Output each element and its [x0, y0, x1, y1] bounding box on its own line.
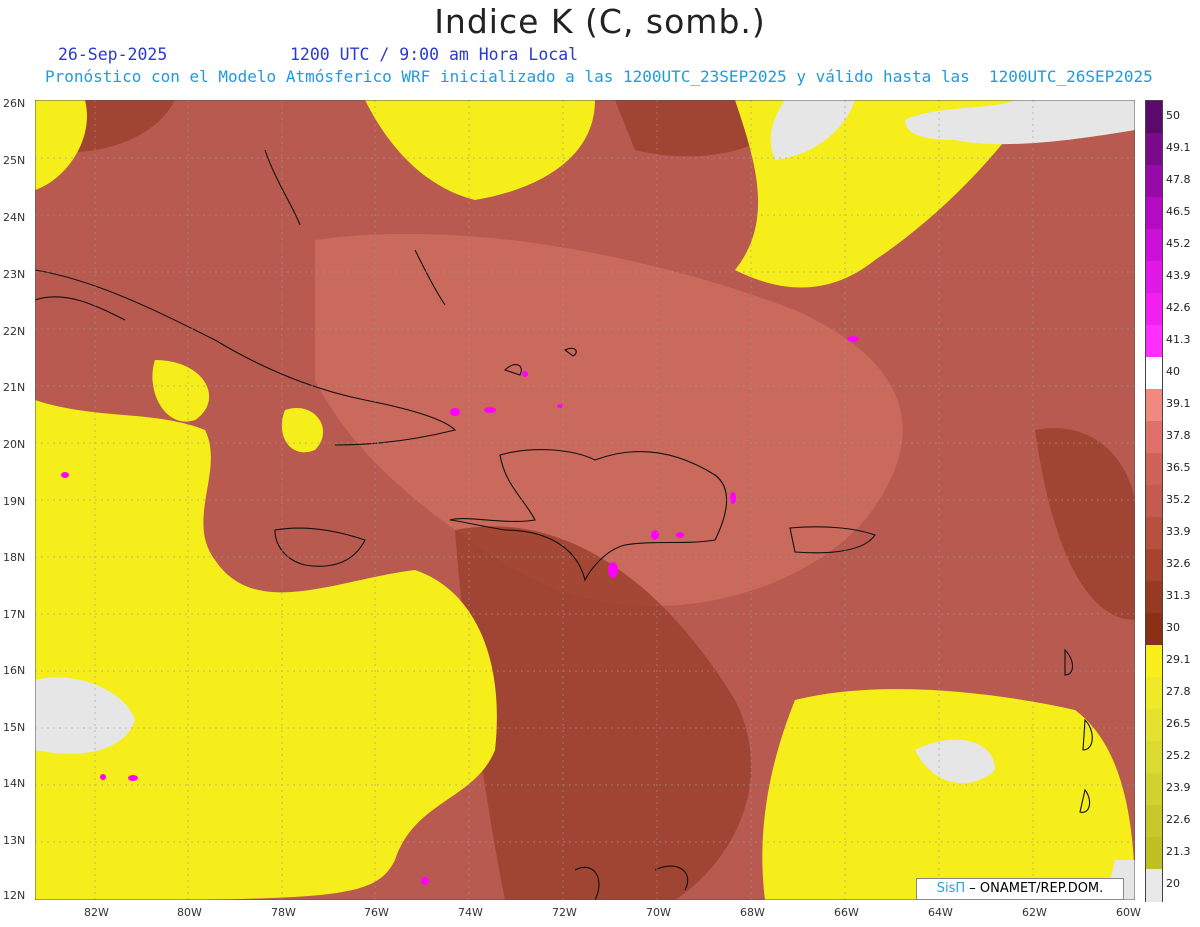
colorbar-segment [1146, 517, 1162, 550]
colorbar-segment [1146, 645, 1162, 678]
colorbar-segment [1146, 261, 1162, 294]
colorbar-label: 49.1 [1166, 141, 1191, 154]
colorbar-segment [1146, 805, 1162, 838]
colorbar-label: 41.3 [1166, 333, 1191, 346]
lat-label: 26N [3, 97, 26, 110]
map-title: Indice K (C, somb.) [434, 2, 766, 41]
colorbar-label: 26.5 [1166, 717, 1191, 730]
lat-label: 15N [3, 721, 26, 734]
lon-label: 74W [458, 906, 483, 919]
colorbar-segment [1146, 741, 1162, 774]
lat-label: 19N [3, 495, 26, 508]
lat-label: 25N [3, 154, 26, 167]
colorbar-label: 43.9 [1166, 269, 1191, 282]
colorbar-segment [1146, 293, 1162, 326]
valid-time: 1200 UTC / 9:00 am Hora Local [290, 45, 579, 64]
model-description: Pronóstico con el Modelo Atmósferico WRF… [45, 67, 1153, 86]
valid-date: 26-Sep-2025 [58, 45, 168, 64]
colorbar-label: 27.8 [1166, 685, 1191, 698]
colorbar-label: 37.8 [1166, 429, 1191, 442]
colorbar-segment [1146, 357, 1162, 390]
colorbar-label: 22.6 [1166, 813, 1191, 826]
sispi-logo: SisΠ [936, 881, 966, 896]
colorbar-segment [1146, 869, 1162, 902]
lat-label: 23N [3, 268, 26, 281]
lon-label: 80W [177, 906, 202, 919]
colorbar-label: 30 [1166, 621, 1180, 634]
lat-label: 13N [3, 834, 26, 847]
colorbar [1145, 100, 1163, 902]
lat-label: 21N [3, 381, 26, 394]
colorbar-label: 21.3 [1166, 845, 1191, 858]
lon-label: 68W [740, 906, 765, 919]
colorbar-segment [1146, 197, 1162, 230]
colorbar-segment [1146, 389, 1162, 422]
colorbar-label: 33.9 [1166, 525, 1191, 538]
lon-label: 78W [271, 906, 296, 919]
colorbar-segment [1146, 325, 1162, 358]
lon-label: 82W [84, 906, 109, 919]
colorbar-segment [1146, 549, 1162, 582]
colorbar-segment [1146, 581, 1162, 614]
colorbar-segment [1146, 165, 1162, 198]
colorbar-label: 39.1 [1166, 397, 1191, 410]
colorbar-label: 32.6 [1166, 557, 1191, 570]
colorbar-label: 36.5 [1166, 461, 1191, 474]
lat-label: 12N [3, 889, 26, 902]
colorbar-label: 31.3 [1166, 589, 1191, 602]
lat-label: 22N [3, 325, 26, 338]
colorbar-label: 40 [1166, 365, 1180, 378]
colorbar-label: 42.6 [1166, 301, 1191, 314]
colorbar-label: 46.5 [1166, 205, 1191, 218]
colorbar-segment [1146, 677, 1162, 710]
lat-label: 14N [3, 777, 26, 790]
colorbar-segment [1146, 101, 1162, 134]
lon-label: 60W [1116, 906, 1141, 919]
lon-label: 64W [928, 906, 953, 919]
colorbar-label: 47.8 [1166, 173, 1191, 186]
colorbar-segment [1146, 485, 1162, 518]
colorbar-label: 23.9 [1166, 781, 1191, 794]
lat-label: 20N [3, 438, 26, 451]
colorbar-segment [1146, 613, 1162, 646]
colorbar-label: 29.1 [1166, 653, 1191, 666]
k-index-map [35, 100, 1135, 900]
colorbar-label: 20 [1166, 877, 1180, 890]
colorbar-segment [1146, 709, 1162, 742]
colorbar-segment [1146, 133, 1162, 166]
colorbar-segment [1146, 421, 1162, 454]
lon-label: 76W [364, 906, 389, 919]
colorbar-label: 25.2 [1166, 749, 1191, 762]
colorbar-segment [1146, 229, 1162, 262]
lon-label: 72W [552, 906, 577, 919]
colorbar-label: 50 [1166, 109, 1180, 122]
lat-label: 18N [3, 551, 26, 564]
colorbar-label: 45.2 [1166, 237, 1191, 250]
colorbar-segment [1146, 837, 1162, 870]
lat-label: 16N [3, 664, 26, 677]
lat-label: 24N [3, 211, 26, 224]
colorbar-segment [1146, 453, 1162, 486]
credit-box: SisΠ – ONAMET/REP.DOM. [916, 878, 1124, 900]
colorbar-segment [1146, 773, 1162, 806]
lat-label: 17N [3, 608, 26, 621]
lon-label: 66W [834, 906, 859, 919]
lon-label: 62W [1022, 906, 1047, 919]
lon-label: 70W [646, 906, 671, 919]
credit-text: – ONAMET/REP.DOM. [969, 881, 1104, 896]
colorbar-label: 35.2 [1166, 493, 1191, 506]
